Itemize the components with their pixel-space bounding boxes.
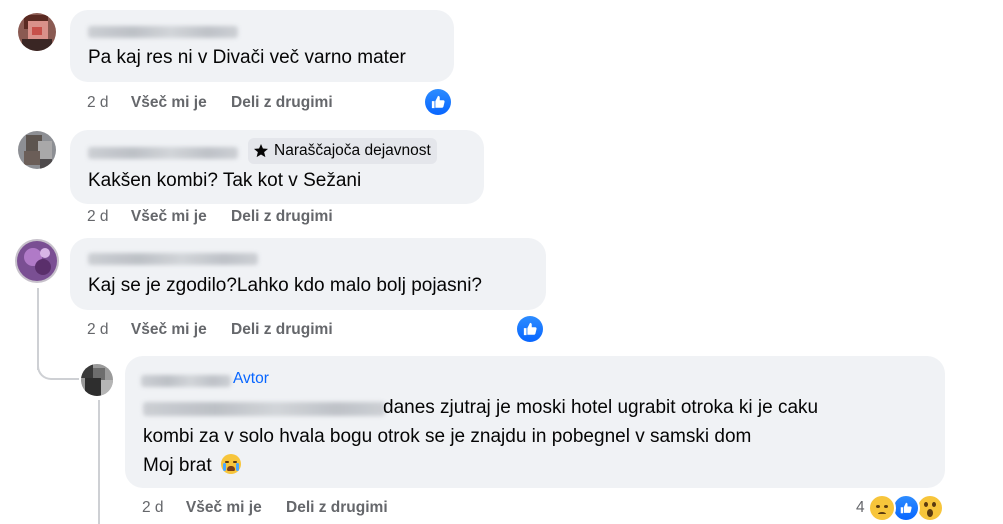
share-button[interactable]: Deli z drugimi [231, 94, 333, 111]
comment-time[interactable]: 2 d [87, 321, 109, 338]
reply-bubble: Avtor danes zjutraj je moski hotel ugrab… [125, 356, 945, 488]
top-fan-badge[interactable]: Naraščajoča dejavnost [248, 138, 437, 164]
author-name-blurred[interactable] [88, 253, 258, 265]
comment-actions: 2 d Všeč mi je Deli z drugimi [87, 208, 333, 226]
sad-reaction-icon [868, 494, 896, 522]
reply-text-line-3-row: Moj brat [143, 452, 241, 480]
avatar[interactable] [15, 239, 59, 283]
share-button[interactable]: Deli z drugimi [231, 321, 333, 338]
avatar[interactable] [81, 364, 113, 396]
comment-actions: 2 d Všeč mi je Deli z drugimi [87, 94, 333, 112]
like-reaction-icon[interactable] [517, 316, 543, 342]
avatar-image [81, 364, 113, 396]
reaction-count: 4 [856, 499, 865, 516]
comment-bubble: Pa kaj res ni v Divači več varno mater [70, 10, 454, 82]
reply-text-line-1: danes zjutraj je moski hotel ugrabit otr… [383, 397, 819, 418]
author-label: Avtor [233, 370, 269, 387]
comment-text: Kakšen kombi? Tak kot v Sežani [88, 170, 362, 191]
like-reaction-icon[interactable] [425, 89, 451, 115]
share-button[interactable]: Deli z drugimi [286, 499, 388, 516]
thread-connector [98, 400, 100, 524]
thread-connector-curve [37, 356, 79, 380]
reply-text-line-2: kombi za v solo hvala bogu otrok se je z… [143, 426, 752, 447]
author-name-blurred[interactable] [88, 147, 238, 159]
badge-label: Naraščajoča dejavnost [274, 142, 431, 159]
like-reaction-icon [892, 494, 920, 522]
reply-actions: 2 d Všeč mi je Deli z drugimi [142, 499, 388, 517]
share-button[interactable]: Deli z drugimi [231, 208, 333, 225]
avatar-image [18, 131, 56, 169]
reply-time[interactable]: 2 d [142, 499, 164, 516]
mention-blurred[interactable] [143, 402, 385, 416]
comment-actions: 2 d Všeč mi je Deli z drugimi [87, 321, 333, 339]
avatar[interactable] [18, 131, 56, 169]
comment-time[interactable]: 2 d [87, 94, 109, 111]
like-button[interactable]: Všeč mi je [131, 321, 207, 338]
comment-time[interactable]: 2 d [87, 208, 109, 225]
crying-face-emoji-icon [220, 454, 241, 474]
reaction-summary[interactable]: 4 [856, 494, 946, 522]
avatar-image [15, 239, 59, 283]
reply-text-line-3: Moj brat [143, 455, 212, 476]
comment-bubble: Naraščajoča dejavnost Kakšen kombi? Tak … [70, 130, 484, 204]
comment-bubble: Kaj se je zgodilo?Lahko kdo malo bolj po… [70, 238, 546, 310]
author-name-blurred[interactable] [88, 26, 238, 38]
avatar[interactable] [18, 13, 56, 51]
like-button[interactable]: Všeč mi je [186, 499, 262, 516]
author-name-blurred[interactable] [141, 375, 231, 387]
comment-text: Pa kaj res ni v Divači več varno mater [88, 47, 406, 68]
comment-text: Kaj se je zgodilo?Lahko kdo malo bolj po… [88, 275, 482, 296]
like-button[interactable]: Všeč mi je [131, 208, 207, 225]
star-badge-icon [254, 144, 268, 158]
like-button[interactable]: Všeč mi je [131, 94, 207, 111]
avatar-image [18, 13, 56, 51]
wow-reaction-icon [916, 494, 944, 522]
